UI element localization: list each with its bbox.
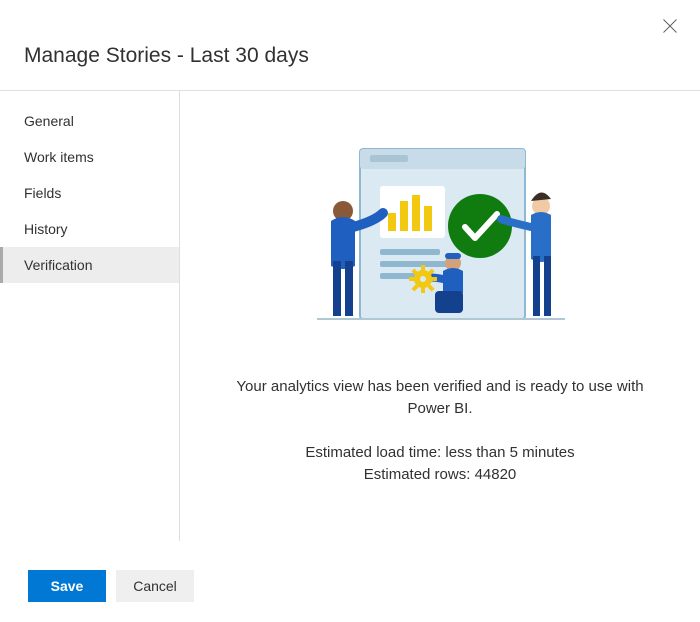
- estimated-load-line: Estimated load time: less than 5 minutes: [305, 442, 574, 465]
- page-title: Manage Stories - Last 30 days: [0, 0, 700, 68]
- estimated-rows-label: Estimated rows:: [364, 466, 471, 483]
- sidebar-item-history[interactable]: History: [0, 211, 179, 247]
- verification-illustration: [305, 141, 575, 336]
- estimated-load-value: less than 5 minutes: [445, 444, 574, 461]
- sidebar-item-fields[interactable]: Fields: [0, 175, 179, 211]
- estimated-rows-value: 44820: [475, 466, 517, 483]
- close-button[interactable]: [658, 14, 682, 38]
- cancel-button[interactable]: Cancel: [116, 570, 194, 602]
- save-button[interactable]: Save: [28, 570, 106, 602]
- main-panel: General Work items Fields History Verifi…: [0, 91, 700, 541]
- close-icon: [663, 19, 677, 33]
- sidebar-item-verification[interactable]: Verification: [0, 247, 179, 283]
- footer-actions: Save Cancel: [28, 570, 194, 602]
- content-panel: Your analytics view has been verified an…: [180, 91, 700, 541]
- estimates-block: Estimated load time: less than 5 minutes…: [305, 442, 574, 487]
- sidebar-item-general[interactable]: General: [0, 103, 179, 139]
- sidebar-item-work-items[interactable]: Work items: [0, 139, 179, 175]
- sidebar-nav: General Work items Fields History Verifi…: [0, 91, 180, 541]
- verification-message: Your analytics view has been verified an…: [220, 376, 660, 420]
- estimated-rows-line: Estimated rows: 44820: [305, 464, 574, 487]
- estimated-load-label: Estimated load time:: [305, 444, 441, 461]
